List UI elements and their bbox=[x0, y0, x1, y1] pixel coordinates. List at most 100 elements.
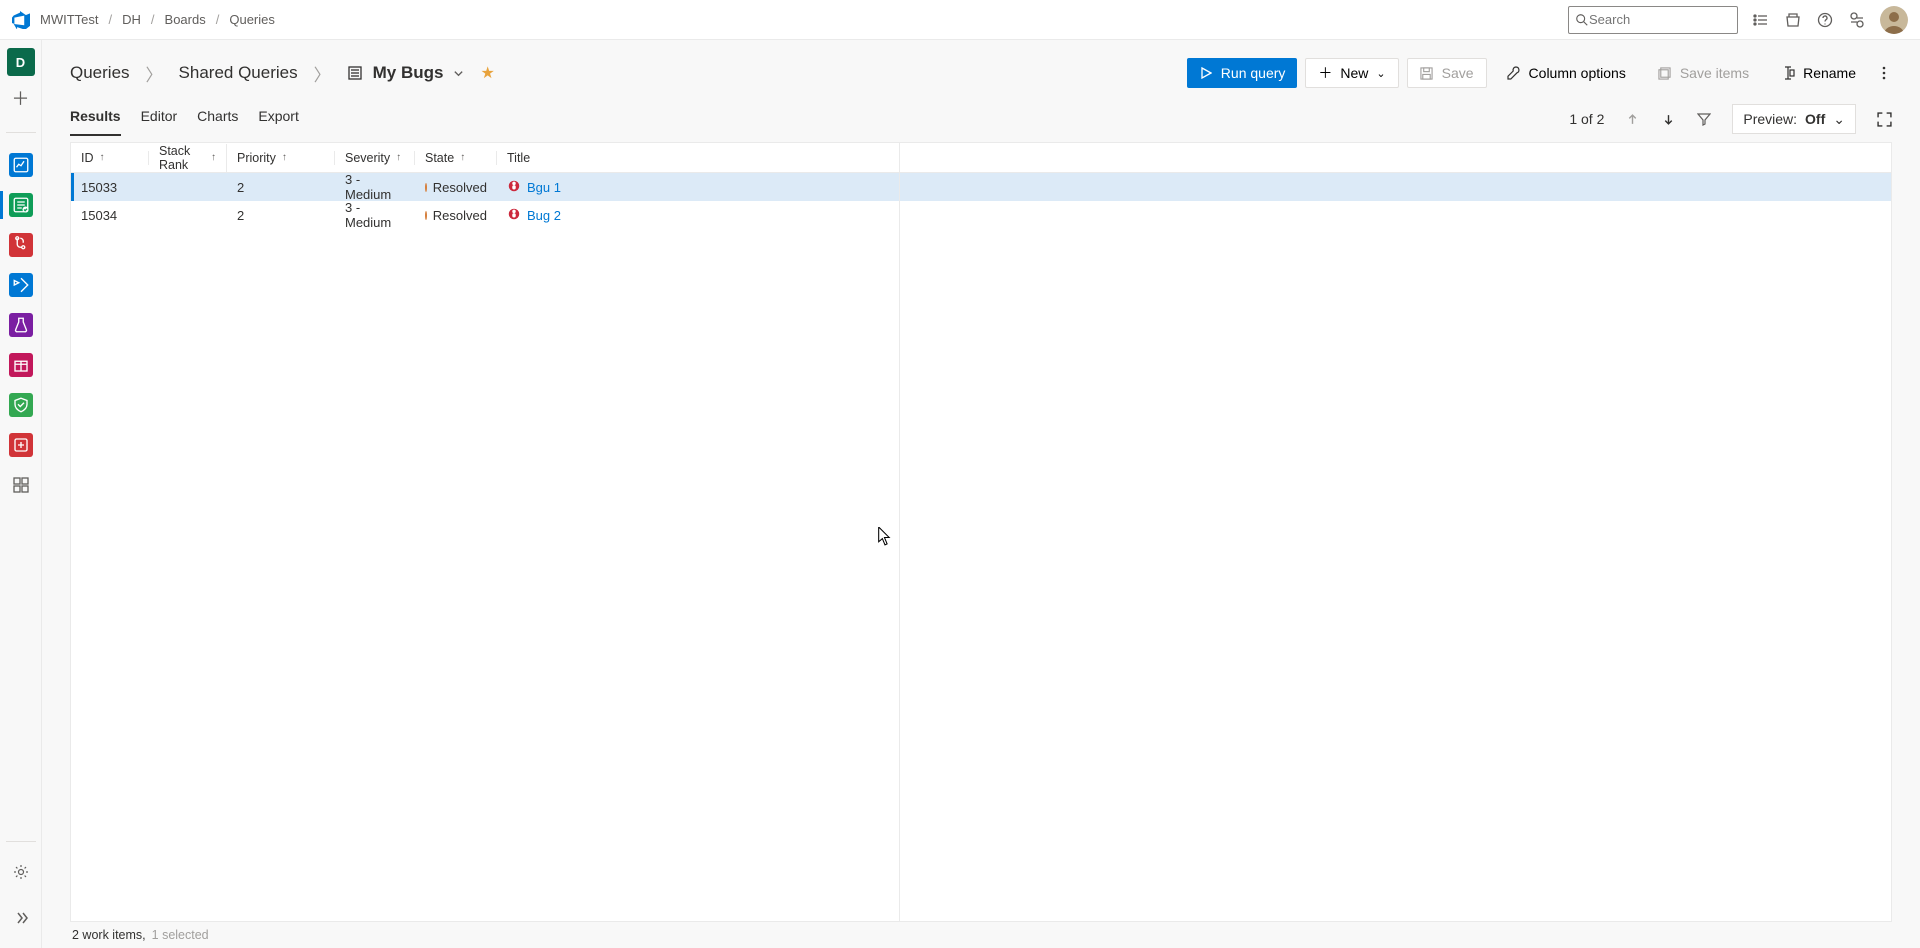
col-title[interactable]: Title bbox=[497, 151, 1891, 165]
breadcrumb-project[interactable]: DH bbox=[122, 12, 141, 27]
marketplace-icon[interactable] bbox=[1784, 11, 1802, 29]
save-icon bbox=[1420, 66, 1434, 80]
query-list-icon bbox=[347, 65, 363, 81]
breadcrumb-sep: / bbox=[216, 12, 220, 27]
chevron-right-icon: 〉 bbox=[314, 61, 331, 86]
tab-export[interactable]: Export bbox=[258, 102, 298, 136]
grid-header: ID↑Stack Rank↑Priority↑Severity↑State↑Ti… bbox=[71, 143, 1891, 173]
col-id[interactable]: ID↑ bbox=[71, 151, 149, 165]
header-actions: Run query ＋ New ⌄ Save Column options Sa… bbox=[1187, 58, 1892, 88]
cell-title: Bgu 1 bbox=[497, 179, 1891, 196]
table-row[interactable]: 1503423 - MediumResolvedBug 2 bbox=[71, 201, 1891, 229]
chevron-down-icon bbox=[453, 68, 464, 79]
breadcrumb-area[interactable]: Boards bbox=[165, 12, 206, 27]
topbar: MWITTest / DH / Boards / Queries bbox=[0, 0, 1920, 40]
column-options-button[interactable]: Column options bbox=[1495, 58, 1638, 88]
main-content: Queries 〉 Shared Queries 〉 My Bugs ★ Run… bbox=[42, 40, 1920, 948]
nav-test-plans[interactable] bbox=[0, 305, 42, 345]
cell-state: Resolved bbox=[415, 208, 497, 223]
new-button[interactable]: ＋ New ⌄ bbox=[1305, 58, 1398, 88]
play-icon bbox=[1199, 66, 1213, 80]
tab-results[interactable]: Results bbox=[70, 102, 121, 136]
plus-icon: ＋ bbox=[1318, 66, 1332, 80]
save-all-icon bbox=[1658, 66, 1672, 80]
page-header: Queries 〉 Shared Queries 〉 My Bugs ★ Run… bbox=[70, 58, 1892, 88]
result-count: 1 of 2 bbox=[1569, 111, 1604, 127]
col-rank[interactable]: Stack Rank↑ bbox=[149, 144, 227, 172]
col-priority[interactable]: Priority↑ bbox=[227, 151, 335, 165]
cell-title: Bug 2 bbox=[497, 207, 1891, 224]
save-label: Save bbox=[1442, 65, 1474, 81]
breadcrumb-org[interactable]: MWITTest bbox=[40, 12, 99, 27]
work-item-link[interactable]: Bgu 1 bbox=[527, 180, 561, 195]
query-tabs: Results Editor Charts Export 1 of 2 Preview… bbox=[70, 102, 1892, 136]
rename-button[interactable]: Rename bbox=[1769, 58, 1868, 88]
state-dot-icon bbox=[425, 183, 427, 192]
nav-compliance[interactable] bbox=[0, 385, 42, 425]
search-box[interactable] bbox=[1568, 6, 1738, 34]
status-bar: 2 work items, 1 selected bbox=[70, 922, 1892, 948]
next-item-button[interactable] bbox=[1660, 111, 1676, 127]
nav-separator bbox=[6, 841, 36, 842]
query-title[interactable]: My Bugs bbox=[347, 63, 465, 83]
add-button[interactable]: ＋ bbox=[7, 84, 35, 112]
filter-button[interactable] bbox=[1696, 111, 1712, 127]
nav-overview[interactable] bbox=[0, 145, 42, 185]
preview-value: Off bbox=[1805, 111, 1825, 127]
nav-grid[interactable] bbox=[0, 465, 42, 505]
save-items-button: Save items bbox=[1646, 58, 1761, 88]
nav-pipelines[interactable] bbox=[0, 265, 42, 305]
column-options-label: Column options bbox=[1529, 65, 1626, 81]
prev-item-button[interactable] bbox=[1624, 111, 1640, 127]
azure-devops-logo-icon[interactable] bbox=[12, 11, 30, 29]
left-nav: D ＋ bbox=[0, 40, 42, 948]
cell-severity: 3 - Medium bbox=[335, 200, 415, 230]
top-breadcrumb: MWITTest / DH / Boards / Queries bbox=[40, 12, 275, 27]
user-avatar[interactable] bbox=[1880, 6, 1908, 34]
work-item-link[interactable]: Bug 2 bbox=[527, 208, 561, 223]
collapse-nav[interactable] bbox=[0, 898, 42, 938]
nav-repos[interactable] bbox=[0, 225, 42, 265]
new-label: New bbox=[1340, 65, 1368, 81]
preview-toggle[interactable]: Preview: Off ⌄ bbox=[1732, 104, 1856, 134]
col-severity[interactable]: Severity↑ bbox=[335, 151, 415, 165]
run-query-button[interactable]: Run query bbox=[1187, 58, 1298, 88]
project-avatar[interactable]: D bbox=[7, 48, 35, 76]
nav-extra[interactable] bbox=[0, 425, 42, 465]
crumb-shared[interactable]: Shared Queries bbox=[179, 63, 298, 83]
breadcrumb-sep: / bbox=[151, 12, 155, 27]
rename-label: Rename bbox=[1803, 65, 1856, 81]
breadcrumb-sep: / bbox=[109, 12, 113, 27]
nav-separator bbox=[6, 132, 36, 133]
crumb-queries[interactable]: Queries bbox=[70, 63, 130, 83]
bug-icon bbox=[507, 207, 521, 224]
nav-boards[interactable] bbox=[0, 185, 42, 225]
breadcrumb-page[interactable]: Queries bbox=[229, 12, 275, 27]
project-settings[interactable] bbox=[0, 852, 42, 892]
table-row[interactable]: 1503323 - MediumResolvedBgu 1 bbox=[71, 173, 1891, 201]
favorite-star-icon[interactable]: ★ bbox=[480, 63, 494, 83]
cell-severity: 3 - Medium bbox=[335, 172, 415, 202]
cell-id: 15034 bbox=[71, 208, 149, 223]
preview-label: Preview: bbox=[1743, 111, 1797, 127]
status-selected: 1 selected bbox=[152, 928, 209, 942]
search-input[interactable] bbox=[1589, 12, 1731, 27]
more-vertical-icon bbox=[1882, 66, 1886, 80]
col-state[interactable]: State↑ bbox=[415, 151, 497, 165]
grid-divider[interactable] bbox=[899, 143, 900, 921]
rename-icon bbox=[1781, 66, 1795, 80]
help-icon[interactable] bbox=[1816, 11, 1834, 29]
settings-icon[interactable] bbox=[1848, 11, 1866, 29]
fullscreen-button[interactable] bbox=[1876, 111, 1892, 127]
topbar-right bbox=[1568, 6, 1908, 34]
chevron-down-icon: ⌄ bbox=[1833, 111, 1845, 128]
tab-charts[interactable]: Charts bbox=[197, 102, 238, 136]
chevron-down-icon: ⌄ bbox=[1376, 67, 1385, 80]
cell-priority: 2 bbox=[227, 180, 335, 195]
more-actions-button[interactable] bbox=[1876, 58, 1892, 88]
chevron-right-icon: 〉 bbox=[146, 61, 163, 86]
nav-artifacts[interactable] bbox=[0, 345, 42, 385]
tasks-icon[interactable] bbox=[1752, 11, 1770, 29]
save-button: Save bbox=[1407, 58, 1487, 88]
tab-editor[interactable]: Editor bbox=[141, 102, 178, 136]
